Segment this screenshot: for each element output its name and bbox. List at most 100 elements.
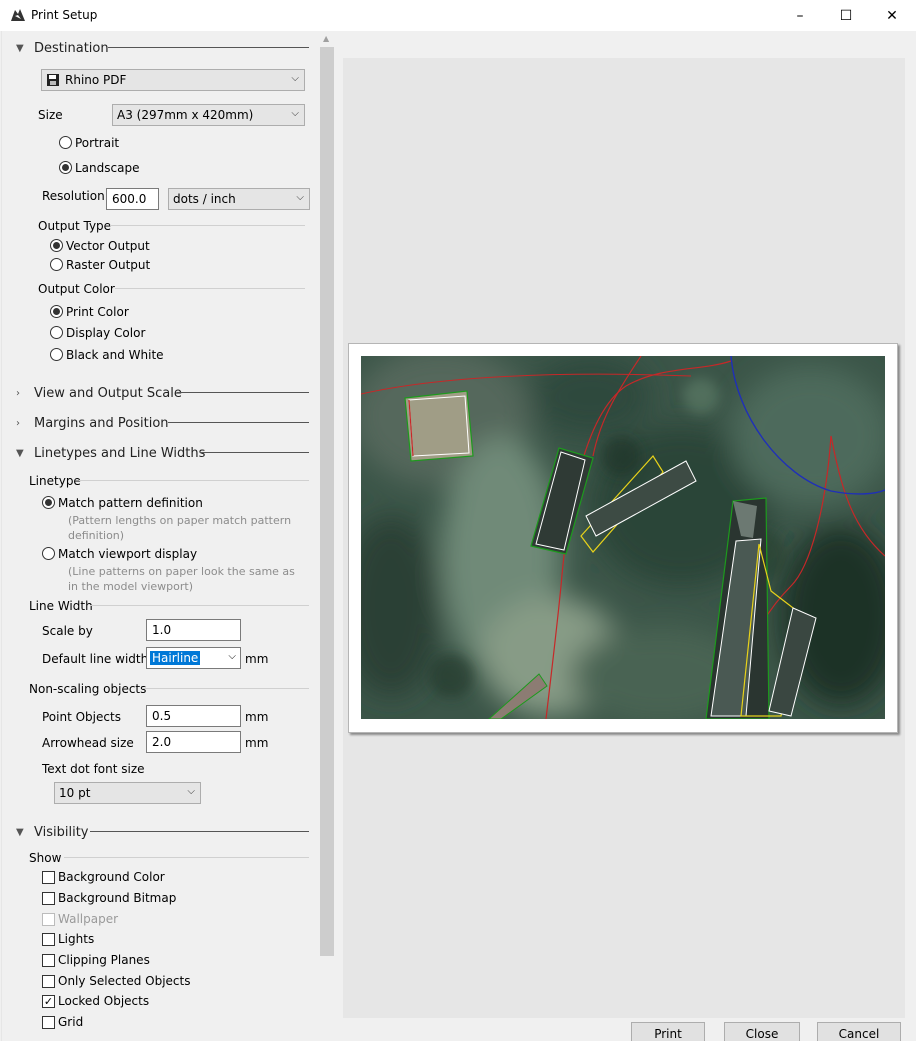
raster-output-label: Raster Output xyxy=(66,258,151,272)
chevron-down-icon: ⌵ xyxy=(291,108,299,119)
arrowhead-input[interactable]: 2.0 xyxy=(146,731,241,753)
section-title: Destination xyxy=(34,40,109,56)
visibility-item-label: Grid xyxy=(58,1015,84,1029)
match-pattern-radio[interactable] xyxy=(42,496,55,509)
minimize-icon: – xyxy=(796,7,804,24)
default-width-unit: mm xyxy=(245,652,269,666)
section-destination[interactable]: ▼ Destination xyxy=(16,39,109,57)
floppy-disk-icon xyxy=(47,74,59,86)
visibility-checkbox[interactable] xyxy=(42,954,55,967)
linetype-label: Linetype xyxy=(29,474,81,488)
printer-value: Rhino PDF xyxy=(65,73,127,87)
print-button[interactable]: Print xyxy=(631,1022,705,1041)
divider xyxy=(79,480,309,481)
chevron-right-icon: › xyxy=(16,387,20,399)
match-viewport-label: Match viewport display xyxy=(58,547,198,561)
point-objects-unit: mm xyxy=(245,710,269,724)
divider xyxy=(90,831,309,832)
match-pattern-label: Match pattern definition xyxy=(58,496,203,510)
resolution-label: Resolution xyxy=(42,189,105,203)
preview-paper xyxy=(348,343,898,733)
visibility-item-label: Only Selected Objects xyxy=(58,974,191,988)
default-width-combo[interactable]: Hairline ⌵ xyxy=(146,647,241,669)
section-margins[interactable]: › Margins and Position xyxy=(16,414,169,432)
vector-output-radio[interactable] xyxy=(50,239,63,252)
portrait-radio[interactable] xyxy=(59,136,72,149)
close-button[interactable]: Close xyxy=(724,1022,800,1041)
scrollbar-thumb[interactable] xyxy=(320,47,334,956)
visibility-checkbox[interactable] xyxy=(42,892,55,905)
section-linetypes[interactable]: ▼ Linetypes and Line Widths xyxy=(16,444,205,462)
visibility-checkbox xyxy=(42,913,55,926)
match-pattern-hint: definition) xyxy=(68,529,125,542)
visibility-checkbox[interactable]: ✓ xyxy=(42,995,55,1008)
settings-panel: ▼ Destination Rhino PDF ⌵ Size A3 (297mm… xyxy=(1,31,319,1041)
aerial-map-drawing xyxy=(361,356,885,719)
scroll-up-icon[interactable]: ▲ xyxy=(323,34,329,43)
visibility-item-label: Locked Objects xyxy=(58,994,150,1008)
match-pattern-hint: (Pattern lengths on paper match pattern xyxy=(68,514,292,527)
match-viewport-hint: in the model viewport) xyxy=(68,580,193,593)
black-white-label: Black and White xyxy=(66,348,164,362)
settings-scrollbar[interactable]: ▲ xyxy=(319,31,336,1041)
visibility-item-label: Background Color xyxy=(58,870,165,884)
landscape-radio[interactable] xyxy=(59,161,72,174)
display-color-radio[interactable] xyxy=(50,326,63,339)
visibility-checkbox[interactable] xyxy=(42,1016,55,1029)
match-viewport-hint: (Line patterns on paper look the same as xyxy=(68,565,295,578)
chevron-right-icon: › xyxy=(16,417,20,429)
point-objects-input[interactable]: 0.5 xyxy=(146,705,241,727)
chevron-down-icon: ⌵ xyxy=(228,651,236,662)
text-dot-select[interactable]: 10 pt ⌵ xyxy=(54,782,201,804)
divider xyxy=(177,392,309,393)
default-width-value: Hairline xyxy=(150,651,201,665)
close-window-button[interactable]: ✕ xyxy=(869,0,915,31)
chevron-down-icon: ▼ xyxy=(16,42,24,54)
chevron-down-icon: ⌵ xyxy=(187,786,195,797)
black-white-radio[interactable] xyxy=(50,348,63,361)
maximize-icon: ☐ xyxy=(839,7,853,24)
visibility-checkbox[interactable] xyxy=(42,871,55,884)
resolution-unit-select[interactable]: dots / inch ⌵ xyxy=(168,188,310,210)
landscape-label: Landscape xyxy=(75,161,140,175)
match-viewport-radio[interactable] xyxy=(42,547,55,560)
display-color-label: Display Color xyxy=(66,326,146,340)
visibility-checkbox[interactable] xyxy=(42,975,55,988)
raster-output-radio[interactable] xyxy=(50,258,63,271)
size-select[interactable]: A3 (297mm x 420mm) ⌵ xyxy=(112,104,305,126)
chevron-down-icon: ⌵ xyxy=(291,73,299,84)
minimize-button[interactable]: – xyxy=(777,0,823,31)
scale-by-input[interactable]: 1.0 xyxy=(146,619,241,641)
divider xyxy=(110,225,305,226)
visibility-checkbox[interactable] xyxy=(42,933,55,946)
resolution-input[interactable]: 600.0 xyxy=(106,188,159,210)
section-title: View and Output Scale xyxy=(34,385,182,401)
divider xyxy=(142,688,309,689)
divider xyxy=(200,452,309,453)
section-view-scale[interactable]: › View and Output Scale xyxy=(16,384,182,402)
show-label: Show xyxy=(29,851,62,865)
output-type-label: Output Type xyxy=(38,219,112,233)
section-title: Visibility xyxy=(34,824,89,840)
print-color-label: Print Color xyxy=(66,305,129,319)
maximize-button[interactable]: ☐ xyxy=(823,0,869,31)
size-label: Size xyxy=(38,108,63,122)
divider xyxy=(115,288,305,289)
rhino-app-icon xyxy=(10,7,26,23)
divider xyxy=(168,422,309,423)
title-bar: Print Setup – ☐ ✕ xyxy=(0,0,916,31)
section-visibility[interactable]: ▼ Visibility xyxy=(16,823,88,841)
scale-by-label: Scale by xyxy=(42,624,93,638)
text-dot-label: Text dot font size xyxy=(42,762,145,776)
divider xyxy=(108,47,309,48)
window-title: Print Setup xyxy=(31,8,98,22)
section-title: Linetypes and Line Widths xyxy=(34,445,206,461)
visibility-item-label: Lights xyxy=(58,932,95,946)
print-color-radio[interactable] xyxy=(50,305,63,318)
cancel-button[interactable]: Cancel xyxy=(817,1022,901,1041)
visibility-item-label: Background Bitmap xyxy=(58,891,177,905)
default-width-label: Default line width xyxy=(42,652,149,666)
portrait-label: Portrait xyxy=(75,136,120,150)
printer-select[interactable]: Rhino PDF ⌵ xyxy=(41,69,305,91)
checkmark-icon: ✓ xyxy=(43,995,54,1008)
